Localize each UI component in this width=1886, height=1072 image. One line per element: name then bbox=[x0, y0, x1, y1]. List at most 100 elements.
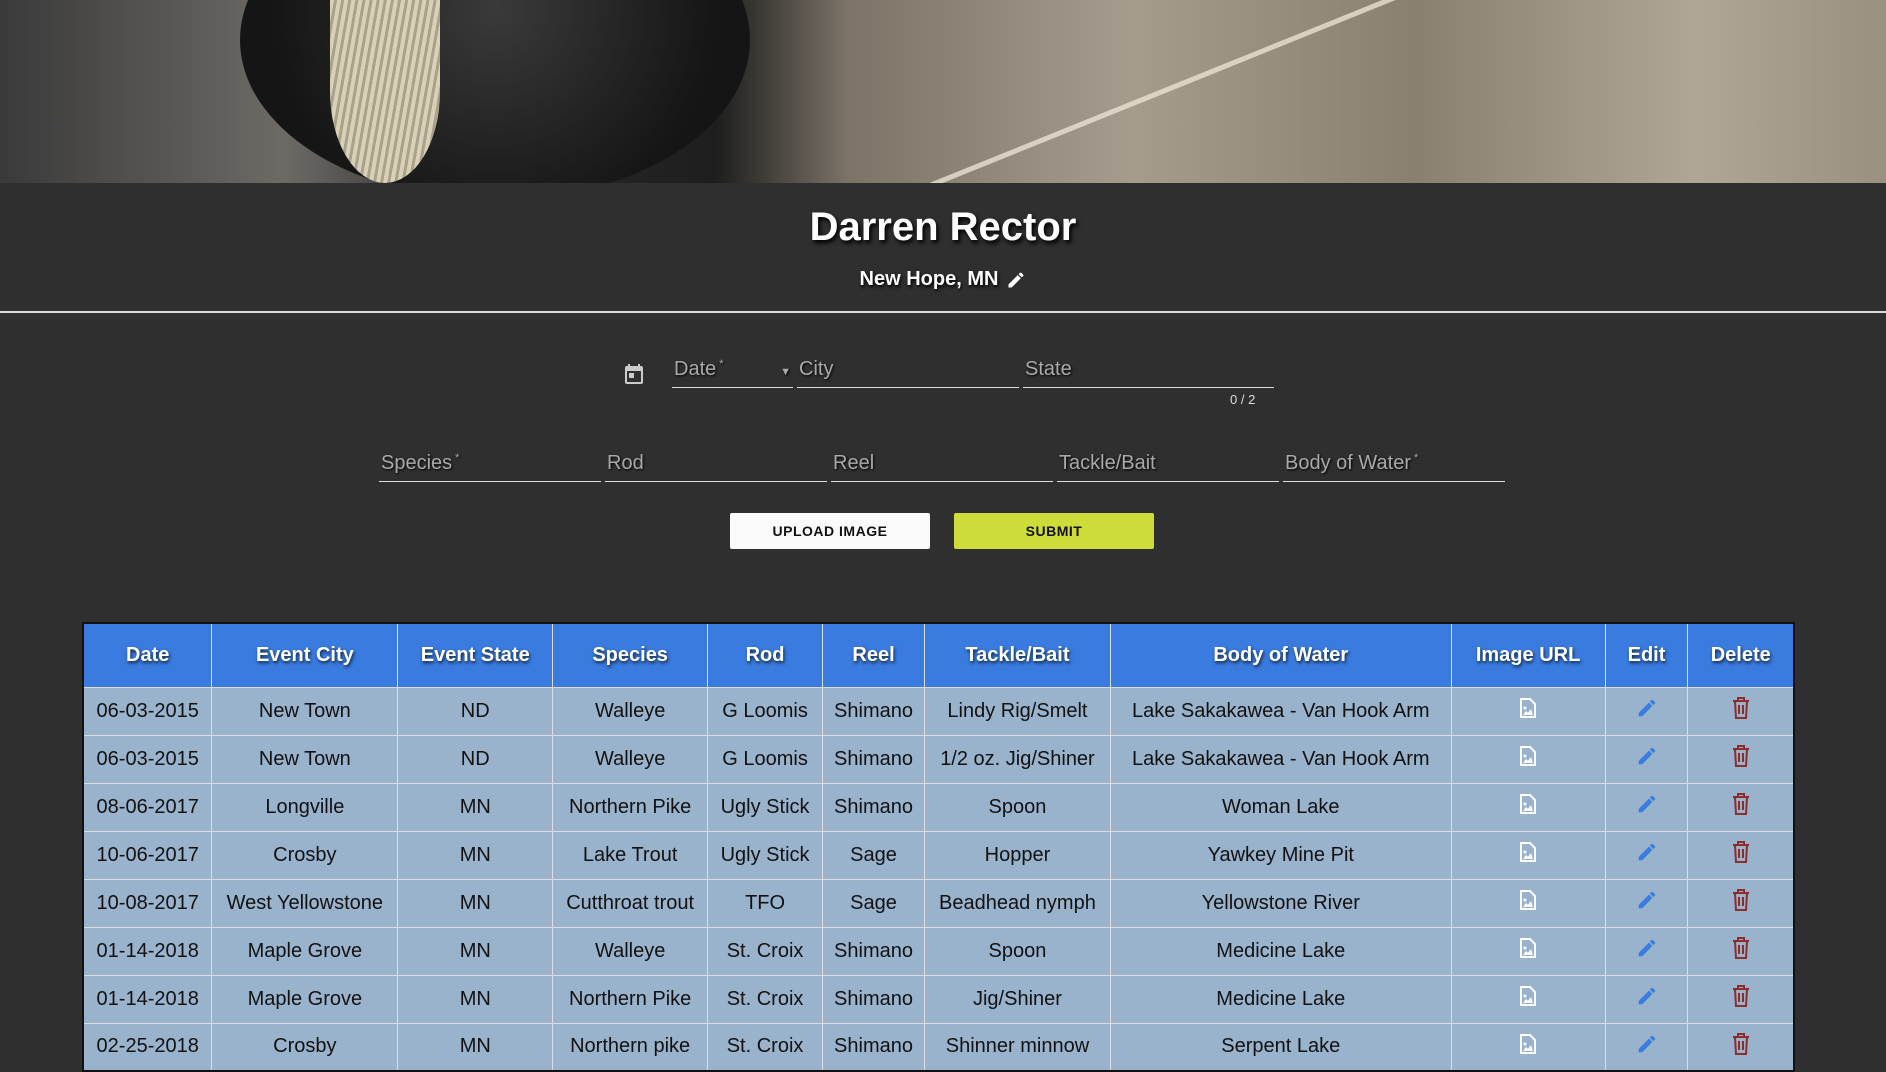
city-label: City bbox=[799, 358, 834, 380]
table-cell: Crosby bbox=[211, 830, 399, 880]
column-header[interactable]: Reel bbox=[822, 623, 925, 688]
edit-pencil-icon[interactable] bbox=[1636, 985, 1658, 1007]
image-url-cell[interactable] bbox=[1450, 830, 1606, 880]
edit-cell[interactable] bbox=[1604, 686, 1689, 736]
edit-cell[interactable] bbox=[1604, 974, 1689, 1024]
image-file-icon[interactable] bbox=[1520, 746, 1537, 766]
species-field[interactable]: Species * bbox=[379, 452, 601, 482]
image-url-cell[interactable] bbox=[1450, 1022, 1606, 1072]
header-banner-image bbox=[0, 0, 1886, 183]
column-header[interactable]: Date bbox=[82, 623, 213, 688]
edit-pencil-icon[interactable] bbox=[1636, 793, 1658, 815]
tackle-field[interactable]: Tackle/Bait bbox=[1057, 452, 1279, 482]
edit-pencil-icon[interactable] bbox=[1636, 1033, 1658, 1055]
body-of-water-field[interactable]: Body of Water * bbox=[1283, 452, 1505, 482]
state-field[interactable]: State bbox=[1023, 358, 1274, 388]
table-cell: Shimano bbox=[822, 974, 925, 1024]
table-cell: Walleye bbox=[552, 686, 709, 736]
column-header[interactable]: Body of Water bbox=[1109, 623, 1452, 688]
trash-icon[interactable] bbox=[1732, 697, 1750, 719]
delete-cell[interactable] bbox=[1687, 974, 1795, 1024]
image-file-icon[interactable] bbox=[1520, 698, 1537, 718]
table-cell: MN bbox=[397, 830, 554, 880]
edit-cell[interactable] bbox=[1604, 926, 1689, 976]
table-cell: Northern pike bbox=[552, 1022, 709, 1072]
date-field[interactable]: Date * ▼ bbox=[672, 358, 793, 388]
edit-pencil-icon[interactable] bbox=[1636, 697, 1658, 719]
delete-cell[interactable] bbox=[1687, 1022, 1795, 1072]
edit-cell[interactable] bbox=[1604, 830, 1689, 880]
column-header[interactable]: Delete bbox=[1687, 623, 1795, 688]
trash-icon[interactable] bbox=[1732, 937, 1750, 959]
reel-field[interactable]: Reel bbox=[831, 452, 1053, 482]
table-cell: Lake Sakakawea - Van Hook Arm bbox=[1109, 734, 1452, 784]
upload-image-button[interactable]: UPLOAD IMAGE bbox=[730, 513, 930, 549]
delete-cell[interactable] bbox=[1687, 782, 1795, 832]
image-file-icon[interactable] bbox=[1520, 794, 1537, 814]
image-url-cell[interactable] bbox=[1450, 974, 1606, 1024]
delete-cell[interactable] bbox=[1687, 734, 1795, 784]
submit-button[interactable]: SUBMIT bbox=[954, 513, 1154, 549]
table-cell: Northern Pike bbox=[552, 974, 709, 1024]
image-url-cell[interactable] bbox=[1450, 686, 1606, 736]
table-cell: Crosby bbox=[211, 1022, 399, 1072]
column-header[interactable]: Image URL bbox=[1450, 623, 1606, 688]
delete-cell[interactable] bbox=[1687, 830, 1795, 880]
trash-icon[interactable] bbox=[1732, 841, 1750, 863]
column-header[interactable]: Rod bbox=[707, 623, 824, 688]
table-cell: Shimano bbox=[822, 734, 925, 784]
table-cell: MN bbox=[397, 782, 554, 832]
edit-location-icon[interactable] bbox=[1006, 270, 1026, 290]
edit-cell[interactable] bbox=[1604, 1022, 1689, 1072]
edit-cell[interactable] bbox=[1604, 878, 1689, 928]
image-url-cell[interactable] bbox=[1450, 782, 1606, 832]
table-cell: 01-14-2018 bbox=[82, 974, 213, 1024]
image-file-icon[interactable] bbox=[1520, 986, 1537, 1006]
table-cell: Cutthroat trout bbox=[552, 878, 709, 928]
column-header[interactable]: Tackle/Bait bbox=[924, 623, 1111, 688]
delete-cell[interactable] bbox=[1687, 878, 1795, 928]
city-field[interactable]: City bbox=[797, 358, 1019, 388]
edit-pencil-icon[interactable] bbox=[1636, 841, 1658, 863]
table-cell: Shimano bbox=[822, 782, 925, 832]
trash-icon[interactable] bbox=[1732, 985, 1750, 1007]
image-url-cell[interactable] bbox=[1450, 734, 1606, 784]
trash-icon[interactable] bbox=[1732, 793, 1750, 815]
image-file-icon[interactable] bbox=[1520, 1033, 1537, 1054]
edit-pencil-icon[interactable] bbox=[1636, 937, 1658, 959]
fishing-line-spool-graphic bbox=[330, 0, 440, 183]
table-cell: Shimano bbox=[822, 926, 925, 976]
edit-cell[interactable] bbox=[1604, 782, 1689, 832]
image-file-icon[interactable] bbox=[1520, 842, 1537, 862]
column-header[interactable]: Event State bbox=[397, 623, 554, 688]
table-cell: 06-03-2015 bbox=[82, 734, 213, 784]
trash-icon[interactable] bbox=[1732, 745, 1750, 767]
column-header[interactable]: Edit bbox=[1604, 623, 1689, 688]
required-mark: * bbox=[1413, 452, 1419, 464]
column-header[interactable]: Species bbox=[552, 623, 709, 688]
required-mark: * bbox=[719, 358, 724, 370]
rod-field[interactable]: Rod bbox=[605, 452, 827, 482]
state-label: State bbox=[1025, 358, 1072, 380]
trash-icon[interactable] bbox=[1732, 1032, 1750, 1055]
trash-icon[interactable] bbox=[1732, 889, 1750, 911]
table-cell: Yellowstone River bbox=[1109, 878, 1452, 928]
image-url-cell[interactable] bbox=[1450, 878, 1606, 928]
table-cell: New Town bbox=[211, 734, 399, 784]
dropdown-arrow-icon[interactable]: ▼ bbox=[780, 366, 791, 378]
delete-cell[interactable] bbox=[1687, 686, 1795, 736]
column-header[interactable]: Event City bbox=[211, 623, 399, 688]
calendar-icon[interactable] bbox=[622, 362, 646, 386]
image-url-cell[interactable] bbox=[1450, 926, 1606, 976]
edit-pencil-icon[interactable] bbox=[1636, 745, 1658, 767]
table-cell: West Yellowstone bbox=[211, 878, 399, 928]
delete-cell[interactable] bbox=[1687, 926, 1795, 976]
table-cell: St. Croix bbox=[707, 1022, 824, 1072]
image-file-icon[interactable] bbox=[1520, 890, 1537, 910]
edit-pencil-icon[interactable] bbox=[1636, 889, 1658, 911]
table-row: 06-03-2015 New Town ND Walleye G Loomis Shima… bbox=[82, 734, 1795, 784]
table-cell: Walleye bbox=[552, 926, 709, 976]
image-file-icon[interactable] bbox=[1520, 938, 1537, 958]
table-cell: Yawkey Mine Pit bbox=[1109, 830, 1452, 880]
edit-cell[interactable] bbox=[1604, 734, 1689, 784]
